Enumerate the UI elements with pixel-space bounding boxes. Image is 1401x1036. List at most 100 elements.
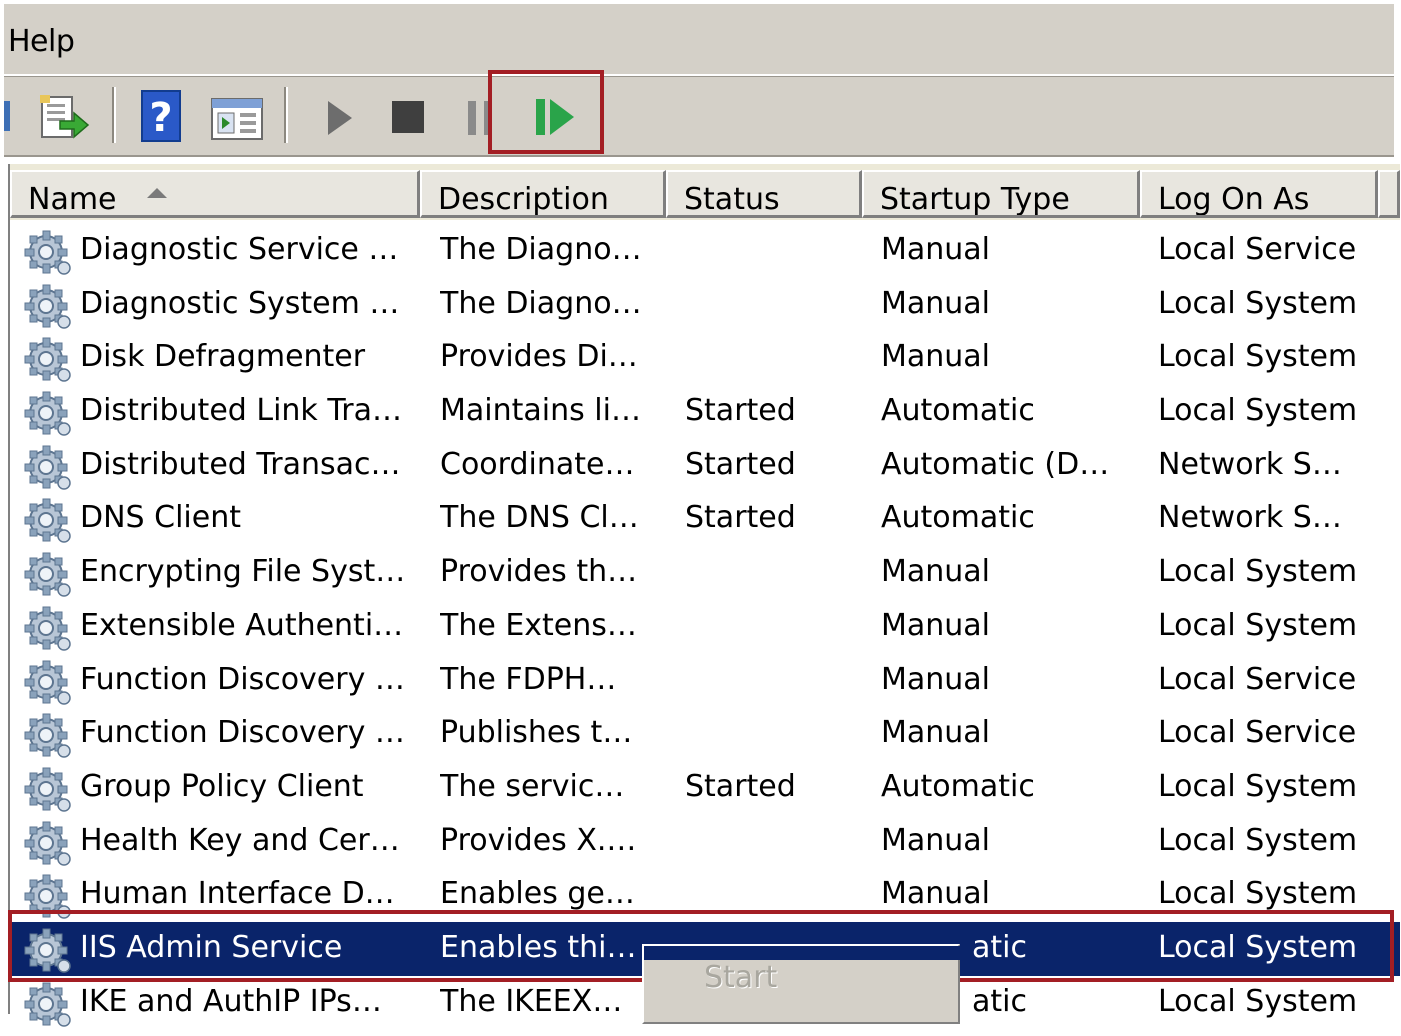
table-row[interactable]: Diagnostic Service … The Diagno… Manual Loc… bbox=[10, 224, 1400, 278]
table-row[interactable]: Health Key and Cer… Provides X.… Manual Loc… bbox=[10, 815, 1400, 869]
table-row[interactable]: Diagnostic System … The Diagno… Manual Loca… bbox=[10, 278, 1400, 332]
service-gear-icon bbox=[24, 498, 74, 544]
column-description-label: Description bbox=[438, 182, 609, 217]
cell-description: The DNS Cl… bbox=[440, 500, 639, 536]
cell-description: The servic… bbox=[440, 768, 625, 804]
toolbar-separator bbox=[112, 87, 116, 143]
cell-name: Extensible Authenti… bbox=[80, 607, 404, 643]
properties-view-icon[interactable] bbox=[210, 97, 264, 145]
cell-startup-type: atic bbox=[972, 929, 1027, 965]
service-gear-icon bbox=[24, 982, 74, 1028]
service-rows: Diagnostic Service … The Diagno… Manual Loc… bbox=[10, 224, 1400, 1029]
service-gear-icon bbox=[24, 391, 74, 437]
cell-log-on-as: Local Service bbox=[1158, 715, 1357, 751]
context-menu-top-overlap bbox=[644, 946, 962, 960]
cell-startup-type: Manual bbox=[881, 715, 991, 751]
cell-description: Publishes t… bbox=[440, 715, 633, 751]
cell-description: The Extens… bbox=[440, 607, 637, 643]
cell-description: The Diagno… bbox=[440, 232, 642, 267]
cell-startup-type: Manual bbox=[881, 232, 991, 267]
cell-status: Started bbox=[685, 393, 796, 429]
table-row[interactable]: Function Discovery … Publishes t… Manual Lo… bbox=[10, 707, 1400, 761]
toolbar: ? bbox=[4, 76, 1394, 157]
cell-description: Maintains li… bbox=[440, 393, 641, 429]
column-header-log-on-as[interactable]: Log On As bbox=[1140, 170, 1378, 218]
cell-status: Started bbox=[685, 768, 796, 804]
cell-description: Provides X.… bbox=[440, 822, 637, 858]
service-gear-icon bbox=[24, 445, 74, 491]
table-row[interactable]: Encrypting File Syst… Provides th… Manual L… bbox=[10, 546, 1400, 600]
column-header-description[interactable]: Description bbox=[420, 170, 666, 218]
cell-name: Function Discovery … bbox=[80, 661, 405, 697]
table-row[interactable]: Extensible Authenti… The Extens… Manual Loc… bbox=[10, 600, 1400, 654]
table-row[interactable]: Group Policy Client The servic… Started Aut… bbox=[10, 761, 1400, 815]
cell-log-on-as: Local System bbox=[1158, 983, 1358, 1019]
column-status-label: Status bbox=[684, 182, 780, 217]
column-header-name[interactable]: Name bbox=[10, 170, 420, 218]
toolbar-separator bbox=[284, 87, 288, 143]
service-gear-icon bbox=[24, 660, 74, 706]
stop-service-icon[interactable] bbox=[390, 99, 426, 139]
cell-startup-type: Manual bbox=[881, 339, 991, 375]
cell-name: Group Policy Client bbox=[80, 768, 364, 804]
cell-startup-type: Automatic (D… bbox=[881, 446, 1110, 482]
cell-log-on-as: Local System bbox=[1158, 876, 1358, 912]
column-name-label: Name bbox=[28, 182, 117, 217]
help-icon[interactable]: ? bbox=[140, 89, 184, 147]
cell-name: Diagnostic System … bbox=[80, 285, 400, 321]
table-row[interactable]: Human Interface D… Enables ge… Manual Local… bbox=[10, 868, 1400, 922]
menu-bar: Help bbox=[4, 4, 1394, 76]
cell-name: IKE and AuthIP IPs… bbox=[80, 983, 382, 1019]
cell-log-on-as: Local System bbox=[1158, 339, 1358, 375]
cell-startup-type: Manual bbox=[881, 661, 991, 697]
column-header-extra[interactable] bbox=[1378, 170, 1400, 218]
start-service-icon[interactable] bbox=[322, 97, 358, 143]
cell-log-on-as: Local Service bbox=[1158, 232, 1357, 267]
table-row[interactable]: Function Discovery … The FDPH… Manual Local… bbox=[10, 654, 1400, 708]
export-list-icon[interactable] bbox=[38, 93, 92, 147]
cell-log-on-as: Local System bbox=[1158, 554, 1358, 590]
cell-description: Provides th… bbox=[440, 554, 638, 590]
cell-log-on-as: Local System bbox=[1158, 285, 1358, 321]
cell-startup-type: Automatic bbox=[881, 768, 1035, 804]
table-row[interactable]: Distributed Link Tra… Maintains li… Starte… bbox=[10, 385, 1400, 439]
context-menu: Start bbox=[642, 944, 962, 1024]
cell-startup-type: Manual bbox=[881, 285, 991, 321]
table-row[interactable]: Disk Defragmenter Provides Di… Manual Local… bbox=[10, 331, 1400, 385]
cell-log-on-as: Local System bbox=[1158, 822, 1358, 858]
service-gear-icon bbox=[24, 284, 74, 330]
cell-log-on-as: Local System bbox=[1158, 768, 1358, 804]
service-gear-icon bbox=[24, 606, 74, 652]
service-gear-icon bbox=[24, 230, 74, 276]
cell-startup-type: Automatic bbox=[881, 500, 1035, 536]
cell-name: Distributed Link Tra… bbox=[80, 393, 402, 429]
table-row[interactable]: Distributed Transac… Coordinate… Started Au… bbox=[10, 439, 1400, 493]
column-log-on-as-label: Log On As bbox=[1158, 182, 1310, 217]
cell-log-on-as: Local System bbox=[1158, 393, 1358, 429]
cell-description: Coordinate… bbox=[440, 446, 635, 482]
services-list[interactable]: Name Description Status Startup Type Log… bbox=[8, 164, 1400, 1027]
cell-description: Provides Di… bbox=[440, 339, 638, 375]
partial-toolbar-icon[interactable] bbox=[4, 101, 10, 131]
svg-text:?: ? bbox=[149, 95, 172, 141]
column-header-startup-type[interactable]: Startup Type bbox=[862, 170, 1140, 218]
cell-name: Health Key and Cer… bbox=[80, 822, 400, 858]
context-menu-start[interactable]: Start bbox=[704, 960, 777, 995]
resume-button-highlight bbox=[488, 70, 604, 154]
service-gear-icon bbox=[24, 337, 74, 383]
cell-log-on-as: Network S… bbox=[1158, 500, 1342, 536]
service-gear-icon bbox=[24, 713, 74, 759]
cell-startup-type: Automatic bbox=[881, 393, 1035, 429]
cell-name: Distributed Transac… bbox=[80, 446, 401, 482]
table-row[interactable]: DNS Client The DNS Cl… Started Automatic Net… bbox=[10, 492, 1400, 546]
cell-name: Diagnostic Service … bbox=[80, 232, 399, 267]
cell-status: Started bbox=[685, 500, 796, 536]
cell-description: Enables ge… bbox=[440, 876, 635, 912]
cell-startup-type: atic bbox=[972, 983, 1027, 1019]
cell-description: The FDPH… bbox=[440, 661, 617, 697]
column-header-status[interactable]: Status bbox=[666, 170, 862, 218]
cell-name: Function Discovery … bbox=[80, 715, 405, 751]
service-gear-icon bbox=[24, 821, 74, 867]
cell-name: Encrypting File Syst… bbox=[80, 554, 406, 590]
menu-help[interactable]: Help bbox=[8, 24, 75, 59]
